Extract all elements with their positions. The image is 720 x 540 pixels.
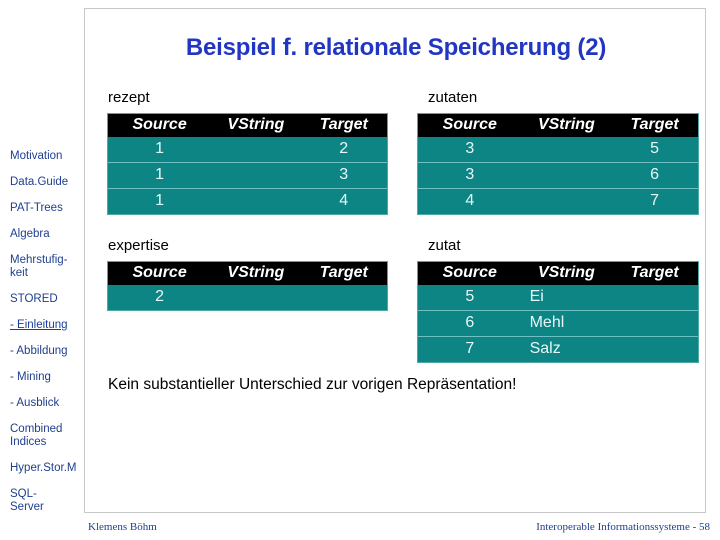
cell-vstring [521,188,612,214]
page-title: Beispiel f. relationale Speicherung (2) [185,34,607,61]
cell-source: 7 [418,336,522,362]
cell-source: 2 [108,285,212,310]
table-row: 1 3 [108,162,387,189]
table-header-row: Source VString Target [418,262,698,285]
slide-frame: Beispiel f. relationale Speicherung (2) … [84,8,706,513]
cell-target: 3 [300,162,387,189]
cell-source: 4 [418,188,522,214]
sidebar-navigation: Motivation Data.Guide PAT-Trees Algebra … [0,0,84,540]
cell-vstring [211,162,301,189]
column-header-vstring: VString [521,114,612,137]
cell-vstring [211,137,301,163]
sidebar-item-abbildung[interactable]: - Abbildung [10,345,84,358]
sidebar-item-ausblick[interactable]: - Ausblick [10,397,84,410]
cell-target: 7 [611,188,698,214]
column-header-source: Source [418,114,522,137]
table-rezept: Source VString Target 1 2 1 3 1 4 [108,114,387,214]
column-header-target: Target [611,262,698,285]
sidebar-item-motivation[interactable]: Motivation [10,150,84,163]
conclusion-text: Kein substantieller Unterschied zur vori… [108,376,517,393]
sidebar-item-hyperstorm[interactable]: Hyper.Stor.M [10,462,84,475]
cell-source: 1 [108,188,212,214]
column-header-vstring: VString [521,262,612,285]
cell-source: 6 [418,310,522,337]
cell-target [611,336,698,362]
sidebar-item-pat-trees[interactable]: PAT-Trees [10,202,84,215]
cell-vstring [211,188,301,214]
table-header-row: Source VString Target [108,114,387,137]
footer-course-and-page: Interoperable Informationssysteme - 58 [536,521,710,533]
sidebar-item-combined-indices[interactable]: Combined Indices [10,423,84,449]
cell-vstring: Ei [521,285,612,311]
cell-source: 5 [418,285,522,311]
cell-vstring [521,162,612,189]
cell-target [611,285,698,311]
table-row: 3 6 [418,162,698,189]
cell-target [611,310,698,337]
cell-source: 3 [418,162,522,189]
table-row: 1 4 [108,188,387,214]
table-caption-zutaten: zutaten [428,89,478,106]
cell-source: 3 [418,137,522,163]
table-row: 1 2 [108,137,387,163]
cell-target: 5 [611,137,698,163]
table-zutaten: Source VString Target 3 5 3 6 4 7 [418,114,698,214]
column-header-target: Target [300,114,387,137]
table-row: 4 7 [418,188,698,214]
cell-target: 2 [300,137,387,163]
cell-target [300,285,387,310]
table-caption-expertise: expertise [108,237,169,254]
cell-target: 6 [611,162,698,189]
table-header-row: Source VString Target [418,114,698,137]
column-header-vstring: VString [211,262,301,285]
table-caption-zutat: zutat [428,237,461,254]
column-header-target: Target [300,262,387,285]
cell-vstring [211,285,301,310]
sidebar-item-stored[interactable]: STORED [10,293,84,306]
sidebar-item-list: Motivation Data.Guide PAT-Trees Algebra … [10,150,84,527]
table-row: 3 5 [418,137,698,163]
table-zutat: Source VString Target 5 Ei 6 Mehl 7 Salz [418,262,698,362]
column-header-vstring: VString [211,114,301,137]
column-header-source: Source [418,262,522,285]
cell-source: 1 [108,162,212,189]
column-header-target: Target [611,114,698,137]
table-caption-rezept: rezept [108,89,150,106]
column-header-source: Source [108,114,212,137]
table-header-row: Source VString Target [108,262,387,285]
column-header-source: Source [108,262,212,285]
footer-author: Klemens Böhm [88,521,157,533]
table-row: 2 [108,285,387,310]
cell-vstring [521,137,612,163]
table-row: 6 Mehl [418,310,698,337]
sidebar-item-mehrstufigkeit[interactable]: Mehrstufig- keit [10,254,84,280]
sidebar-item-sql-server[interactable]: SQL- Server [10,488,84,514]
sidebar-item-einleitung[interactable]: - Einleitung [10,319,84,332]
cell-vstring: Mehl [521,310,612,337]
cell-vstring: Salz [521,336,612,362]
sidebar-item-dataguide[interactable]: Data.Guide [10,176,84,189]
table-row: 7 Salz [418,336,698,362]
sidebar-item-algebra[interactable]: Algebra [10,228,84,241]
sidebar-item-mining[interactable]: - Mining [10,371,84,384]
cell-source: 1 [108,137,212,163]
cell-target: 4 [300,188,387,214]
table-row: 5 Ei [418,285,698,311]
table-expertise: Source VString Target 2 [108,262,387,310]
